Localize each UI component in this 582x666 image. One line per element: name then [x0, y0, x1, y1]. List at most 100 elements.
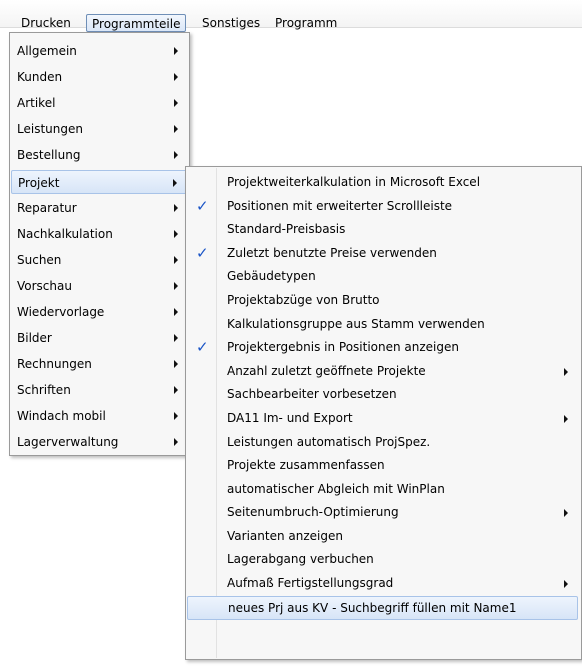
menu2-item-label: Lagerabgang verbuchen — [227, 552, 374, 566]
menu1-item-label: Bilder — [17, 331, 52, 345]
menu1-item-allgemein[interactable]: Allgemein — [11, 39, 188, 63]
menu2-item-label: DA11 Im- und Export — [227, 411, 353, 425]
menu1-item-wiedervorlage[interactable]: Wiedervorlage — [11, 300, 188, 324]
menu2-item-label: Projekte zusammenfassen — [227, 458, 385, 472]
menu2-item-label: Kalkulationsgruppe aus Stamm verwenden — [227, 317, 485, 331]
submenu-arrow-icon — [174, 412, 178, 420]
checkmark-icon: ✓ — [196, 338, 209, 356]
menu1-item-label: Bestellung — [17, 148, 81, 162]
menu2-item-standard-preisbasis[interactable]: Standard-Preisbasis — [187, 218, 578, 242]
menu2-item-label: Aufmaß Fertigstellungsgrad — [227, 576, 394, 590]
menu1-item-label: Allgemein — [17, 44, 77, 58]
submenu-arrow-icon — [174, 230, 178, 238]
menu-programm[interactable]: Programm — [270, 14, 342, 32]
menu-sonstiges[interactable]: Sonstiges — [197, 14, 265, 32]
menu2-item-label: neues Prj aus KV - Suchbegriff füllen mi… — [228, 601, 517, 615]
menu2-item-label: Anzahl zuletzt geöffnete Projekte — [227, 364, 426, 378]
menu2-item-label: Leistungen automatisch ProjSpez. — [227, 435, 431, 449]
menu1-item-kunden[interactable]: Kunden — [11, 65, 188, 89]
menu1-item-projekt[interactable]: Projekt — [11, 170, 188, 194]
menu2-item-neues-prj-aus-kv[interactable]: neues Prj aus KV - Suchbegriff füllen mi… — [187, 596, 578, 620]
submenu-arrow-icon — [174, 256, 178, 264]
submenu-arrow-icon — [174, 386, 178, 394]
submenu-arrow-icon — [174, 73, 178, 81]
menu1-item-label: Schriften — [17, 383, 71, 397]
menu2-item-projekte-zusammenfassen[interactable]: Projekte zusammenfassen — [187, 454, 578, 478]
menu2-item-label: Varianten anzeigen — [227, 529, 343, 543]
submenu-arrow-icon — [174, 334, 178, 342]
submenu-arrow-icon — [174, 282, 178, 290]
menubar: Drucken Programmteile Sonstiges Programm — [0, 0, 582, 32]
menu2-item-label: Sachbearbeiter vorbesetzen — [227, 387, 397, 401]
menu1-item-vorschau[interactable]: Vorschau — [11, 274, 188, 298]
menu2-item-label: automatischer Abgleich mit WinPlan — [227, 482, 445, 496]
menu2-item-varianten-anzeigen[interactable]: Varianten anzeigen — [187, 525, 578, 549]
menu2-item-label: Standard-Preisbasis — [227, 222, 346, 236]
menu2-item-label: Gebäudetypen — [227, 269, 316, 283]
menu1-item-suchen[interactable]: Suchen — [11, 248, 188, 272]
menu2-item-seitenumbruch[interactable]: Seitenumbruch-Optimierung — [187, 501, 578, 525]
menu1-item-label: Nachkalkulation — [17, 227, 113, 241]
menu1-item-label: Lagerverwaltung — [17, 435, 119, 449]
menu1-item-label: Artikel — [17, 96, 56, 110]
submenu-arrow-icon — [174, 360, 178, 368]
projekt-submenu: Projektweiterkalkulation in Microsoft Ex… — [185, 166, 582, 660]
menu2-item-projektergebnis[interactable]: ✓ Projektergebnis in Positionen anzeigen — [187, 336, 578, 360]
programmteile-dropdown: Allgemein Kunden Artikel Leistungen Best… — [9, 32, 190, 456]
menu2-item-zuletzt-benutzte-preise[interactable]: ✓ Zuletzt benutzte Preise verwenden — [187, 242, 578, 266]
submenu-arrow-icon — [564, 415, 568, 423]
menu2-item-anzahl-projekte[interactable]: Anzahl zuletzt geöffnete Projekte — [187, 360, 578, 384]
menu1-item-bilder[interactable]: Bilder — [11, 326, 188, 350]
menu1-item-schriften[interactable]: Schriften — [11, 378, 188, 402]
menu1-item-label: Kunden — [17, 70, 63, 84]
menu2-item-label: Projektergebnis in Positionen anzeigen — [227, 340, 459, 354]
submenu-arrow-icon — [174, 47, 178, 55]
menu2-item-lagerabgang[interactable]: Lagerabgang verbuchen — [187, 548, 578, 572]
menu1-item-label: Rechnungen — [17, 357, 92, 371]
menu1-item-label: Reparatur — [17, 201, 77, 215]
menu2-item-projektweiterkalkulation[interactable]: Projektweiterkalkulation in Microsoft Ex… — [187, 171, 578, 195]
menu2-item-aufmass[interactable]: Aufmaß Fertigstellungsgrad — [187, 572, 578, 596]
menu1-item-rechnungen[interactable]: Rechnungen — [11, 352, 188, 376]
menu2-item-label: Zuletzt benutzte Preise verwenden — [227, 246, 437, 260]
menu1-item-label: Projekt — [18, 176, 60, 190]
submenu-arrow-icon — [174, 151, 178, 159]
menu1-item-label: Leistungen — [17, 122, 83, 136]
menu2-item-gebaeudetypen[interactable]: Gebäudetypen — [187, 265, 578, 289]
checkmark-icon: ✓ — [196, 197, 209, 215]
menu1-item-nachkalkulation[interactable]: Nachkalkulation — [11, 222, 188, 246]
submenu-arrow-icon — [173, 179, 177, 187]
menu2-item-sachbearbeiter[interactable]: Sachbearbeiter vorbesetzen — [187, 383, 578, 407]
menu2-item-projektabzuege[interactable]: Projektabzüge von Brutto — [187, 289, 578, 313]
submenu-arrow-icon — [564, 580, 568, 588]
menu1-item-label: Suchen — [17, 253, 62, 267]
menu-drucken[interactable]: Drucken — [16, 14, 76, 32]
menu1-item-label: Vorschau — [17, 279, 72, 293]
menu2-item-abgleich-winplan[interactable]: automatischer Abgleich mit WinPlan — [187, 478, 578, 502]
menu1-item-reparatur[interactable]: Reparatur — [11, 196, 188, 220]
menu1-item-label: Wiedervorlage — [17, 305, 105, 319]
submenu-arrow-icon — [174, 438, 178, 446]
menu1-item-bestellung[interactable]: Bestellung — [11, 143, 188, 167]
menu-programmteile[interactable]: Programmteile — [86, 14, 187, 32]
submenu-arrow-icon — [174, 204, 178, 212]
checkmark-icon: ✓ — [196, 244, 209, 262]
menu1-item-leistungen[interactable]: Leistungen — [11, 117, 188, 141]
menu1-item-label: Windach mobil — [17, 409, 106, 423]
menu1-item-lagerverwaltung[interactable]: Lagerverwaltung — [11, 430, 188, 454]
menu2-item-da11-export[interactable]: DA11 Im- und Export — [187, 407, 578, 431]
submenu-arrow-icon — [174, 99, 178, 107]
submenu-arrow-icon — [564, 509, 568, 517]
menu2-item-positionen-scrollleiste[interactable]: ✓ Positionen mit erweiterter Scrollleiste — [187, 195, 578, 219]
submenu-arrow-icon — [174, 308, 178, 316]
menu2-item-label: Positionen mit erweiterter Scrollleiste — [227, 199, 453, 213]
menu2-item-kalkulationsgruppe[interactable]: Kalkulationsgruppe aus Stamm verwenden — [187, 313, 578, 337]
menu1-item-artikel[interactable]: Artikel — [11, 91, 188, 115]
submenu-arrow-icon — [564, 368, 568, 376]
menu2-item-label: Projektabzüge von Brutto — [227, 293, 380, 307]
menu2-item-leistungen-projspez[interactable]: Leistungen automatisch ProjSpez. — [187, 431, 578, 455]
menu1-item-windach-mobil[interactable]: Windach mobil — [11, 404, 188, 428]
menu2-item-label: Projektweiterkalkulation in Microsoft Ex… — [227, 175, 481, 189]
menu2-item-label: Seitenumbruch-Optimierung — [227, 505, 399, 519]
submenu-arrow-icon — [174, 125, 178, 133]
